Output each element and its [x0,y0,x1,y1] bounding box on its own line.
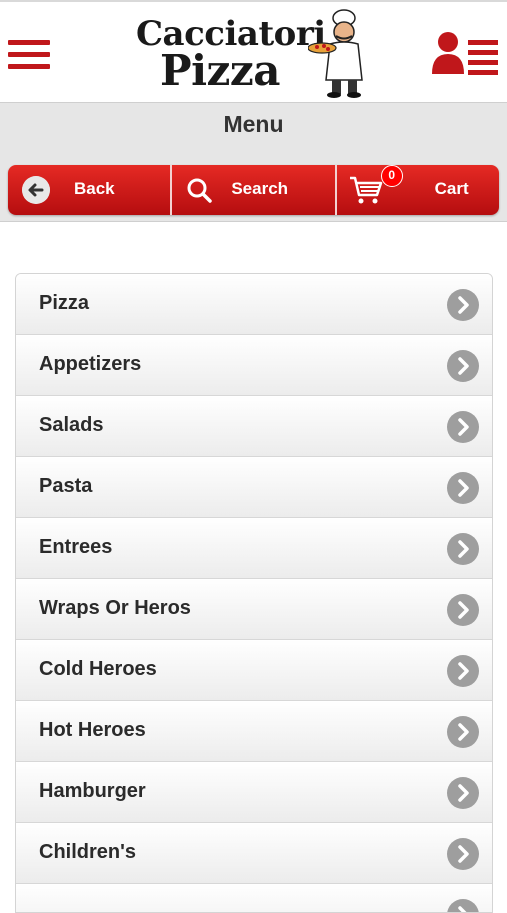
chevron-right-icon [447,411,479,443]
list-item[interactable]: Appetizers [16,335,492,396]
search-button[interactable]: Search [170,165,334,215]
title-bar: Menu Back Search 0 Cart [0,102,507,222]
list-item[interactable]: Wraps Or Heros [16,579,492,640]
brand-name-line2: Pizza [160,46,280,95]
list-item[interactable]: Pasta [16,457,492,518]
chevron-right-icon [447,594,479,626]
search-label: Search [231,179,289,198]
category-label: Salads [39,414,104,436]
chef-mascot-icon [308,9,363,98]
list-item[interactable]: Hot Heroes [16,701,492,762]
chevron-right-icon [447,777,479,809]
list-item[interactable]: Pizza [16,274,492,335]
category-label: Appetizers [39,353,142,375]
page-title: Menu [223,111,284,137]
category-label: Hamburger [39,780,146,802]
chevron-right-icon [447,289,479,321]
app-header: Cacciatori Pizza [0,0,507,102]
cart-icon [349,176,382,204]
category-list: Pizza Appetizers Salads Pasta Entrees Wraps O… [15,273,493,913]
user-list-icon[interactable] [430,30,502,76]
category-label: Entrees [39,536,113,558]
list-item[interactable]: Children's [16,823,492,884]
search-icon [187,178,213,203]
back-label: Back [74,179,115,198]
chevron-right-icon [447,655,479,687]
chevron-right-icon [447,472,479,504]
category-label: Wraps Or Heros [39,597,191,619]
category-label: Children's [39,841,136,863]
list-item[interactable] [16,884,492,912]
back-button[interactable]: Back [8,165,170,215]
category-label: Pasta [39,475,93,497]
list-item[interactable]: Cold Heroes [16,640,492,701]
list-item[interactable]: Hamburger [16,762,492,823]
hamburger-menu-icon[interactable] [8,40,50,72]
chevron-right-icon [447,716,479,748]
list-item[interactable]: Entrees [16,518,492,579]
brand-logo[interactable]: Cacciatori Pizza [134,8,374,100]
cart-button[interactable]: 0 Cart [334,165,499,215]
category-label: Hot Heroes [39,719,146,741]
cart-label: Cart [434,179,469,198]
chevron-right-icon [447,899,479,912]
category-label: Pizza [39,292,90,314]
chevron-right-icon [447,838,479,870]
back-arrow-icon [22,176,50,204]
chevron-right-icon [447,533,479,565]
list-item[interactable]: Salads [16,396,492,457]
chevron-right-icon [447,350,479,382]
action-bar: Back Search 0 Cart [8,165,499,215]
cart-count-badge: 0 [380,165,403,187]
category-label: Cold Heroes [39,658,157,680]
